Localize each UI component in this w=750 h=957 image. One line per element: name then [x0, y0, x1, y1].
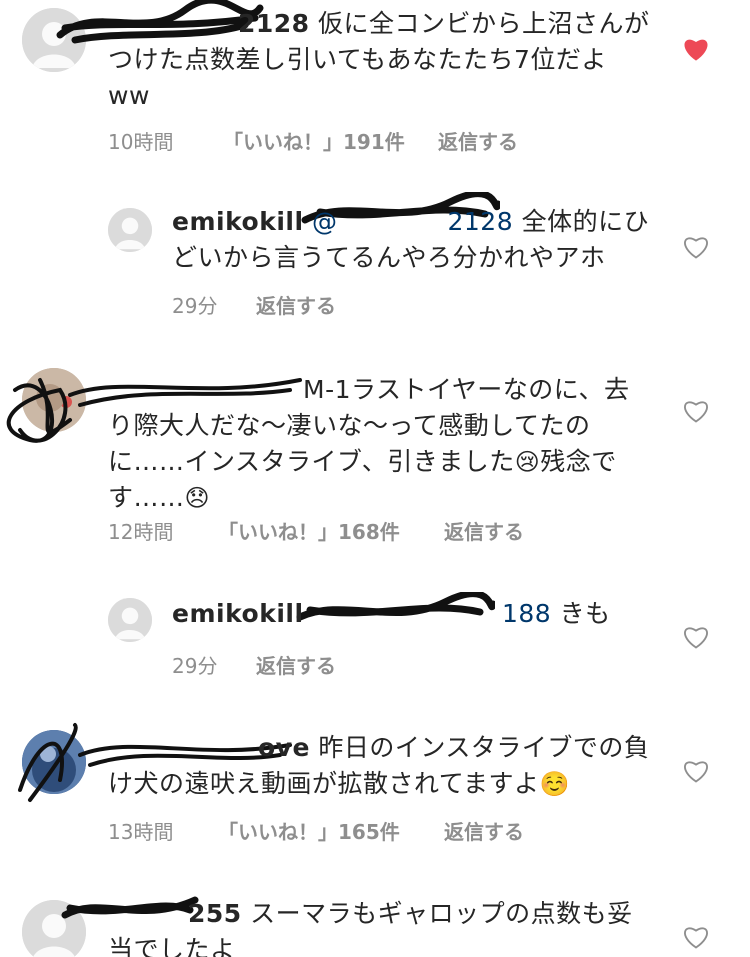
default-avatar-icon: [22, 900, 86, 957]
username[interactable]: [108, 375, 303, 404]
username[interactable]: 2128: [108, 9, 310, 38]
reply-button[interactable]: 返信する: [438, 126, 518, 155]
username[interactable]: emikokill: [172, 599, 304, 628]
comment-text: 2128 仮に全コンビから上沼さんが つけた点数差し引いてもあなたたち7位だよ …: [108, 9, 650, 110]
comment-text: 255 スーマラもギャロップの点数も妥 当でしたよ: [108, 899, 633, 957]
heart-outline-icon[interactable]: [682, 924, 710, 950]
avatar[interactable]: [22, 368, 86, 432]
likes-count[interactable]: 「いいね！」191件: [223, 126, 438, 155]
timestamp: 10時間: [108, 130, 174, 154]
reply-button[interactable]: 返信する: [256, 290, 336, 319]
heart-outline-icon[interactable]: [682, 624, 710, 650]
likes-count[interactable]: 「いいね！」165件: [218, 816, 444, 845]
heart-outline-icon[interactable]: [682, 234, 710, 260]
username[interactable]: emikokill: [172, 207, 304, 236]
username[interactable]: ove: [108, 733, 310, 762]
comment-meta: 12時間 「いいね！」168件 返信する: [108, 516, 524, 545]
comment-meta: 10時間 「いいね！」191件 返信する: [108, 126, 518, 155]
avatar[interactable]: [22, 8, 86, 72]
default-avatar-icon: [108, 598, 152, 642]
avatar[interactable]: [22, 900, 86, 957]
profile-photo: [22, 730, 86, 794]
timestamp: 29分: [172, 654, 218, 678]
default-avatar-icon: [22, 8, 86, 72]
avatar[interactable]: [22, 730, 86, 794]
comment-meta: 29分 返信する: [172, 290, 336, 319]
comment-text: emikokill @2128 全体的にひ どいから言うてるんやろ分かれやアホ: [172, 207, 650, 272]
heart-outline-icon[interactable]: [682, 398, 710, 424]
timestamp: 29分: [172, 294, 218, 318]
avatar[interactable]: [108, 598, 152, 642]
smiling-face-icon: ☺️: [539, 770, 570, 798]
reply-button[interactable]: 返信する: [256, 650, 336, 679]
reply-button[interactable]: 返信する: [444, 516, 524, 545]
default-avatar-icon: [108, 208, 152, 252]
comment-meta: 29分 返信する: [172, 650, 336, 679]
comment-text: emikokill 188 きも: [172, 599, 611, 628]
username[interactable]: 255: [108, 899, 242, 928]
comment-text: ove 昨日のインスタライブでの負 け犬の遠吠え動画が拡散されてますよ☺️: [108, 733, 650, 798]
crying-face-icon: 😢: [514, 448, 541, 476]
heart-filled-icon[interactable]: [682, 36, 710, 62]
mention[interactable]: 188: [312, 599, 551, 628]
comment-text: M-1ラストイヤーなのに、去 り際大人だな〜凄いな〜って感動してたの に……イン…: [108, 375, 630, 512]
timestamp: 12時間: [108, 520, 174, 544]
reply-button[interactable]: 返信する: [444, 816, 524, 845]
mention[interactable]: @2128: [312, 207, 513, 236]
heart-outline-icon[interactable]: [682, 758, 710, 784]
comment-meta: 13時間 「いいね！」165件 返信する: [108, 816, 524, 845]
likes-count[interactable]: 「いいね！」168件: [218, 516, 444, 545]
disappointed-face-icon: 😞: [184, 484, 211, 512]
avatar[interactable]: [108, 208, 152, 252]
profile-photo: [22, 368, 86, 432]
timestamp: 13時間: [108, 820, 174, 844]
